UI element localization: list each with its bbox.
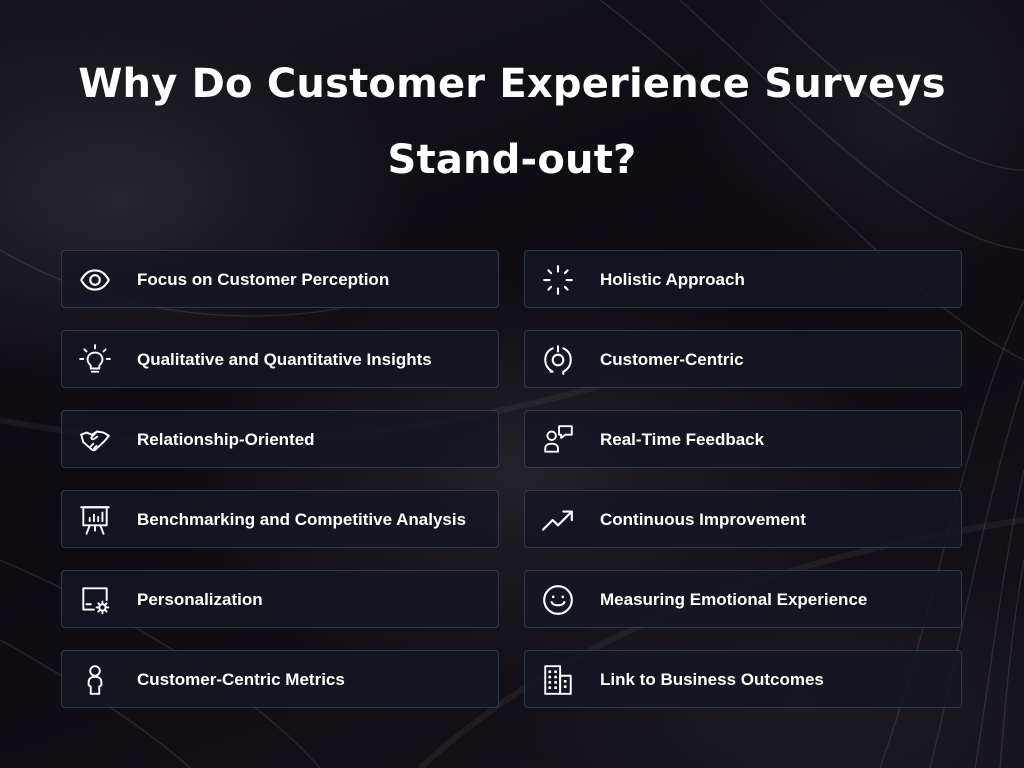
card-label: Holistic Approach <box>600 270 745 289</box>
card-label: Focus on Customer Perception <box>137 270 390 289</box>
card-benchmarking-and-competitive-analysis: Benchmarking and Competitive Analysis <box>61 490 499 548</box>
handshake-icon <box>77 422 113 458</box>
lightbulb-icon <box>77 342 113 378</box>
loader-rays-icon <box>540 262 576 298</box>
page-title: Why Do Customer Experience Surveys Stand… <box>78 61 946 183</box>
card-label: Qualitative and Quantitative Insights <box>137 350 432 369</box>
presentation-chart-icon <box>77 502 113 538</box>
card-customer-centric-metrics: Customer-Centric Metrics <box>61 650 499 708</box>
card-holistic-approach: Holistic Approach <box>524 250 962 308</box>
card-real-time-feedback: Real-Time Feedback <box>524 410 962 468</box>
card-label: Benchmarking and Competitive Analysis <box>137 510 467 529</box>
card-label: Customer-Centric <box>600 350 744 369</box>
user-chat-icon <box>540 422 576 458</box>
card-continuous-improvement: Continuous Improvement <box>524 490 962 548</box>
power-cycle-icon <box>540 342 576 378</box>
eye-icon <box>77 262 113 298</box>
building-icon <box>540 662 576 698</box>
person-icon <box>77 662 113 698</box>
card-qualitative-and-quantitative-insights: Qualitative and Quantitative Insights <box>61 330 499 388</box>
card-relationship-oriented: Relationship-Oriented <box>61 410 499 468</box>
card-label: Continuous Improvement <box>600 510 806 529</box>
card-label: Measuring Emotional Experience <box>600 590 868 609</box>
trending-up-icon <box>540 502 576 538</box>
card-personalization: Personalization <box>61 570 499 628</box>
screen-gear-icon <box>77 582 113 618</box>
card-focus-on-customer-perception: Focus on Customer Perception <box>61 250 499 308</box>
card-link-to-business-outcomes: Link to Business Outcomes <box>524 650 962 708</box>
card-label: Real-Time Feedback <box>600 430 765 449</box>
card-label: Customer-Centric Metrics <box>137 670 345 689</box>
card-label: Relationship-Oriented <box>137 430 315 449</box>
smiley-icon <box>540 582 576 618</box>
card-customer-centric: Customer-Centric <box>524 330 962 388</box>
card-label: Link to Business Outcomes <box>600 670 824 689</box>
card-label: Personalization <box>137 590 263 609</box>
card-measuring-emotional-experience: Measuring Emotional Experience <box>524 570 962 628</box>
